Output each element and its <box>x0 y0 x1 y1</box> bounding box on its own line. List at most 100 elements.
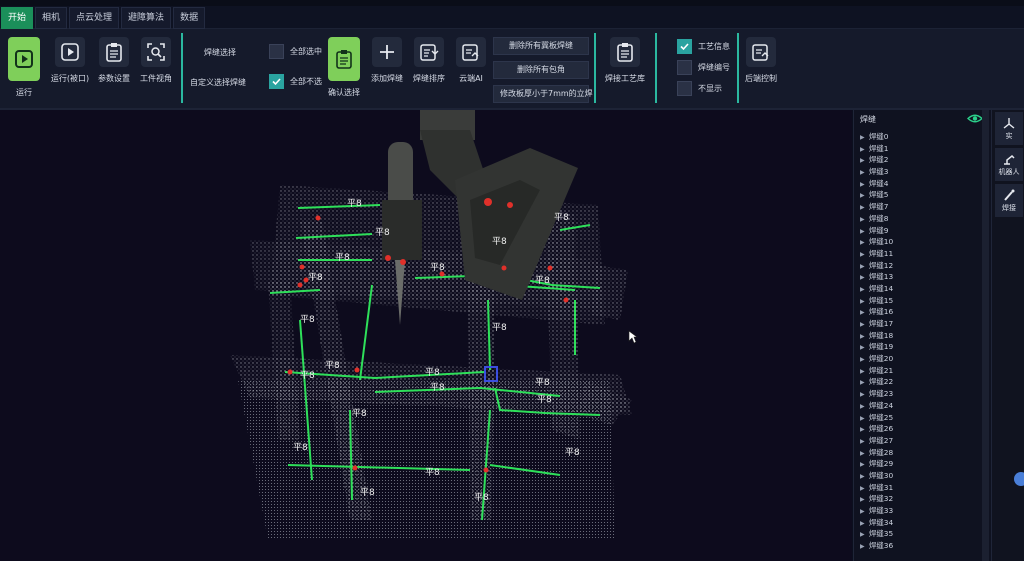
tab-camera[interactable]: 相机 <box>35 7 68 29</box>
tree-item-label: 焊缝21 <box>869 365 894 375</box>
tab-data[interactable]: 数据 <box>173 7 206 29</box>
expand-arrow-icon[interactable]: ▶ <box>860 319 869 331</box>
tree-item-label: 焊缝24 <box>869 400 894 410</box>
tree-item-label: 焊缝11 <box>869 248 894 258</box>
tree-item[interactable]: ▶ 焊缝15 <box>860 295 893 307</box>
delete-vertical-seams-button[interactable]: 删除所有冀板焊缝 <box>493 37 589 55</box>
tree-item-label: 焊缝36 <box>869 541 894 551</box>
seam-label: 平8 <box>293 443 308 453</box>
tree-item[interactable]: ▶ 焊缝12 <box>860 260 893 272</box>
tree-item[interactable]: ▶ 焊缝29 <box>860 458 893 470</box>
post-control-button[interactable]: 后端控制 <box>743 29 779 84</box>
tree-item[interactable]: ▶ 焊缝1 <box>860 143 893 155</box>
expand-arrow-icon[interactable]: ▶ <box>860 471 869 483</box>
cloud-ai-button[interactable]: 云端AI <box>453 29 489 84</box>
tree-item[interactable]: ▶ 焊缝22 <box>860 376 893 388</box>
seam-tree-list: ▶ 焊缝0 ▶ 焊缝1 ▶ 焊缝2 ▶ 焊缝3 ▶ 焊缝4 ▶ 焊缝5 ▶ 焊缝7 ▶ 焊缝8 ▶ 焊缝9 ▶ 焊缝1… <box>860 131 893 552</box>
tree-item[interactable]: ▶ 焊缝30 <box>860 470 893 482</box>
expand-arrow-icon[interactable]: ▶ <box>860 132 869 144</box>
tab-start[interactable]: 开始 <box>1 7 34 29</box>
actual-button[interactable]: 实 <box>995 112 1023 145</box>
check-icon <box>269 74 284 89</box>
tree-item[interactable]: ▶ 焊缝9 <box>860 225 893 237</box>
add-seam-button[interactable]: 添加焊缝 <box>368 29 406 84</box>
tree-item[interactable]: ▶ 焊缝10 <box>860 236 893 248</box>
deselect-all-checkbox[interactable]: 全部不选 <box>269 74 322 89</box>
tree-item[interactable]: ▶ 焊缝28 <box>860 447 893 459</box>
expand-arrow-icon[interactable]: ▶ <box>860 436 869 448</box>
tree-item[interactable]: ▶ 焊缝7 <box>860 201 893 213</box>
weld-process-lib-button[interactable]: 焊接工艺库 <box>602 29 648 84</box>
run-window-button[interactable]: 运行(被口) <box>50 29 90 84</box>
tree-item[interactable]: ▶ 焊缝36 <box>860 540 893 552</box>
delete-wrap-corners-button[interactable]: 删除所有包角 <box>493 61 589 79</box>
tree-item[interactable]: ▶ 焊缝23 <box>860 388 893 400</box>
tree-item-label: 焊缝29 <box>869 459 894 469</box>
tree-item[interactable]: ▶ 焊缝8 <box>860 213 893 225</box>
tab-obstacle-avoidance[interactable]: 避障算法 <box>121 7 172 29</box>
tree-item-label: 焊缝10 <box>869 237 894 247</box>
seam-label: 平8 <box>535 378 550 388</box>
tree-item-label: 焊缝9 <box>869 225 889 235</box>
workpiece-view-button[interactable]: 工件视角 <box>138 29 174 84</box>
expand-arrow-icon[interactable]: ▶ <box>860 214 869 226</box>
tree-item[interactable]: ▶ 焊缝17 <box>860 318 893 330</box>
tab-pointcloud[interactable]: 点云处理 <box>69 7 120 29</box>
expand-panel-icon[interactable] <box>1014 472 1024 486</box>
expand-arrow-icon[interactable]: ▶ <box>860 284 869 296</box>
3d-viewport[interactable]: 平8 平8 平8 平8 平8 平8 平8 平8 平8 平8 平8 平8 平8 平… <box>0 110 852 561</box>
robot-button[interactable]: 机器人 <box>995 148 1023 181</box>
tree-item-label: 焊缝12 <box>869 260 894 270</box>
tree-item[interactable]: ▶ 焊缝34 <box>860 517 893 529</box>
tree-item[interactable]: ▶ 焊缝14 <box>860 283 893 295</box>
confirm-select-button[interactable]: 确认选择 <box>326 29 362 98</box>
tree-item[interactable]: ▶ 焊缝2 <box>860 154 893 166</box>
custom-select-button[interactable]: 自定义选择焊缝 <box>190 77 246 88</box>
tree-item[interactable]: ▶ 焊缝32 <box>860 493 893 505</box>
workpiece-view-label: 工件视角 <box>140 74 172 83</box>
expand-arrow-icon[interactable]: ▶ <box>860 249 869 261</box>
tree-item[interactable]: ▶ 焊缝16 <box>860 306 893 318</box>
tree-item[interactable]: ▶ 焊缝27 <box>860 435 893 447</box>
tree-item[interactable]: ▶ 焊缝20 <box>860 353 893 365</box>
clipboard-icon <box>610 37 640 67</box>
expand-arrow-icon[interactable]: ▶ <box>860 401 869 413</box>
control-icon <box>746 37 776 67</box>
robot-label: 机器人 <box>998 167 1020 176</box>
tree-item[interactable]: ▶ 焊缝31 <box>860 482 893 494</box>
tree-item[interactable]: ▶ 焊缝21 <box>860 365 893 377</box>
params-button[interactable]: 参数设置 <box>96 29 132 84</box>
tree-item[interactable]: ▶ 焊缝26 <box>860 423 893 435</box>
tree-item-label: 焊缝2 <box>869 155 889 165</box>
tree-item-label: 焊缝16 <box>869 307 894 317</box>
tree-item[interactable]: ▶ 焊缝4 <box>860 178 893 190</box>
seam-sort-button[interactable]: 焊缝排序 <box>410 29 448 84</box>
tree-item-label: 焊缝22 <box>869 377 894 387</box>
tree-item[interactable]: ▶ 焊缝25 <box>860 412 893 424</box>
tree-item-label: 焊缝33 <box>869 506 894 515</box>
tree-item[interactable]: ▶ 焊缝5 <box>860 189 893 201</box>
seam-label: 平8 <box>474 493 489 503</box>
tree-item[interactable]: ▶ 焊缝33 <box>860 505 893 517</box>
select-all-checkbox[interactable]: 全部选中 <box>269 44 322 59</box>
expand-arrow-icon[interactable]: ▶ <box>860 506 869 518</box>
expand-arrow-icon[interactable]: ▶ <box>860 541 869 553</box>
weld-button[interactable]: 焊接 <box>995 184 1023 217</box>
tree-item[interactable]: ▶ 焊缝35 <box>860 528 893 540</box>
hide-checkbox[interactable]: 不显示 <box>677 81 722 96</box>
seam-tree-panel: 焊缝 ▶ 焊缝0 ▶ 焊缝1 ▶ 焊缝2 ▶ 焊缝3 ▶ 焊缝4 ▶ 焊缝5 ▶ 焊缝7 ▶ 焊缝8 ▶ 焊缝9 ▶… <box>853 110 992 561</box>
seam-number-checkbox[interactable]: 焊缝编号 <box>677 60 730 75</box>
process-info-checkbox[interactable]: 工艺信息 <box>677 39 730 54</box>
modify-thickness-button[interactable]: 修改板厚小于7mm的立焊 <box>493 85 593 103</box>
run-button[interactable]: 运行 <box>8 29 40 98</box>
tree-item[interactable]: ▶ 焊缝18 <box>860 330 893 342</box>
tree-item[interactable]: ▶ 焊缝3 <box>860 166 893 178</box>
tree-item[interactable]: ▶ 焊缝24 <box>860 400 893 412</box>
tree-item[interactable]: ▶ 焊缝0 <box>860 131 893 143</box>
tree-item[interactable]: ▶ 焊缝19 <box>860 341 893 353</box>
seam-select-button[interactable]: 焊缝选择 <box>204 47 236 58</box>
tree-item[interactable]: ▶ 焊缝13 <box>860 271 893 283</box>
eye-icon[interactable] <box>967 113 983 124</box>
tree-item[interactable]: ▶ 焊缝11 <box>860 248 893 260</box>
tree-scrollbar[interactable] <box>982 110 989 561</box>
